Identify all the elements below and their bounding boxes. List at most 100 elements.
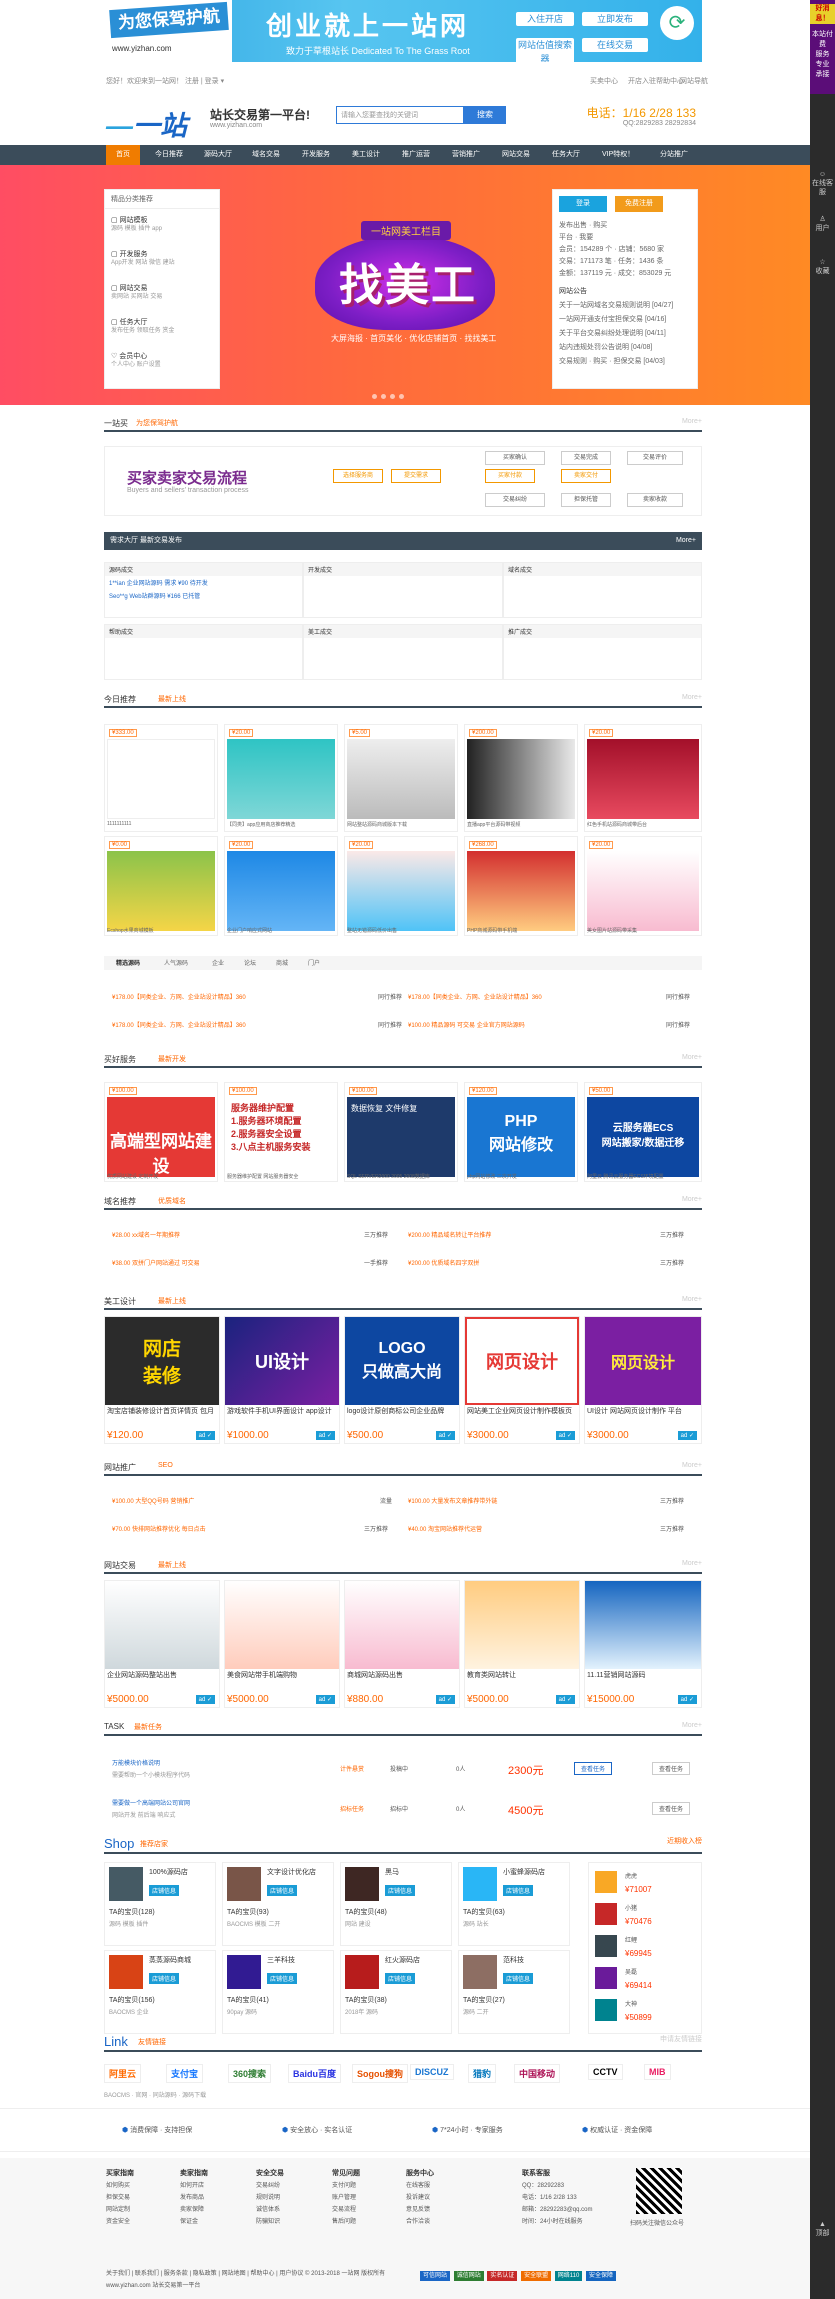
text-link[interactable]: 源码下载 — [182, 2093, 206, 2099]
top-icon[interactable]: ▲ 顶部 — [810, 2220, 835, 2238]
list-item[interactable]: ¥178.00【同类企业、方网、企业站设计精品】360 — [112, 1020, 246, 1029]
list-item[interactable]: ¥38.00 双拼门户网站通过 可交易 — [112, 1258, 200, 1267]
design-card[interactable]: 网页设计 UI设计 网站网页设计制作 平台 ¥3000.00 ad ✓ — [584, 1316, 702, 1444]
top-banner[interactable]: 为您保驾护航 www.yizhan.com 创业就上一站网 致力于草根站长 De… — [106, 0, 702, 62]
site-card[interactable]: 美食网站带手机端购物 ¥5000.00 ad ✓ — [224, 1580, 340, 1708]
trust-badge[interactable]: 诚信网站 — [453, 2271, 484, 2281]
view-task-button[interactable]: 查看任务 — [652, 1762, 691, 1775]
category-item[interactable]: ▢ 任务大厅 发布任务 领取任务 赏金 — [111, 318, 174, 336]
list-item[interactable]: ¥100.00 精品源码 可交易 企业官方网站源码 — [408, 1020, 525, 1029]
nav-item[interactable]: 今日推荐 — [155, 145, 183, 165]
partner-link[interactable]: 猎豹 — [468, 2064, 497, 2083]
nav-item[interactable]: 分站推广 — [660, 145, 688, 165]
more-link[interactable]: More+ — [682, 694, 702, 701]
nav-item[interactable]: 任务大厅 — [552, 145, 580, 165]
shop-card[interactable]: 范科技 店铺信息 TA的宝贝(27) 源码 二开 — [458, 1950, 570, 2034]
service-card[interactable]: ¥100.00 数据恢复 文件修复 SQL SERVER2000 2005 2008… — [344, 1082, 458, 1182]
partner-link[interactable]: CCTV — [588, 2064, 623, 2080]
list-item[interactable]: ¥178.00【同类企业、方网、企业站设计精品】360 — [408, 992, 542, 1001]
more-link[interactable]: More+ — [682, 1462, 702, 1469]
news-item[interactable]: 站内违规处罚公告说明 [04/08] — [559, 342, 652, 352]
site-logo[interactable]: —一站网 — [106, 104, 194, 180]
shop-card[interactable]: 文字设计优化店 店铺信息 TA的宝贝(93) BAOCMS 模板 二开 — [222, 1862, 334, 1946]
nav-item[interactable]: 营销推广 — [452, 145, 480, 165]
tab[interactable]: 论坛 — [244, 958, 256, 967]
nav-item[interactable]: VIP特权！ — [602, 145, 634, 165]
news-item[interactable]: 一站网开通支付宝担保交易 [04/16] — [559, 314, 666, 324]
partner-link[interactable]: 支付宝 — [166, 2064, 204, 2083]
partner-link[interactable]: 中国移动 — [514, 2064, 561, 2083]
valuation-button[interactable]: 网站估值搜索器 — [516, 38, 574, 62]
search-input[interactable]: 请输入您要查找的关键词 — [336, 106, 464, 124]
topbar-link[interactable]: 开店入驻 — [628, 76, 656, 86]
trust-badge[interactable]: 网络110 — [554, 2271, 583, 2281]
user-icon[interactable]: ♙ 用户 — [810, 215, 835, 233]
open-shop-button[interactable]: 入住开店 — [516, 12, 574, 26]
product-card[interactable]: ¥200.00 直播app平台源码带视频 — [464, 724, 578, 832]
text-link[interactable]: BAOCMS — [104, 2093, 130, 2099]
product-card[interactable]: ¥268.00 PHP商城源码带手机端 — [464, 836, 578, 936]
more-link[interactable]: More+ — [682, 1560, 702, 1567]
nav-item[interactable]: 开发服务 — [302, 145, 330, 165]
site-card[interactable]: 企业网站源码整站出售 ¥5000.00 ad ✓ — [104, 1580, 220, 1708]
more-link[interactable]: More+ — [682, 1054, 702, 1061]
tab[interactable]: 精选源码 — [116, 958, 140, 967]
shop-card[interactable]: 三羊科技 店铺信息 TA的宝贝(41) 90pay 源码 — [222, 1950, 334, 2034]
service-card[interactable]: ¥100.00 高端型网站建设 优质网站建设 定制开发 — [104, 1082, 218, 1182]
news-item[interactable]: 关于平台交易纠纷处理说明 [04/11] — [559, 328, 666, 338]
welcome-text[interactable]: 您好！欢迎来到一站网！ 注册 | 登录 ▾ — [106, 76, 224, 86]
star-icon[interactable]: ☆ 收藏 — [810, 258, 835, 276]
partner-link[interactable]: DISCUZ — [410, 2064, 454, 2080]
tab[interactable]: 商城 — [276, 958, 288, 967]
publish-button[interactable]: 立即发布 — [582, 12, 648, 26]
login-button[interactable]: 登录 — [559, 196, 607, 212]
list-item[interactable]: ¥200.00 精品域名转让平台推荐 — [408, 1230, 491, 1239]
tab[interactable]: 人气源码 — [164, 958, 188, 967]
nav-item[interactable]: 首页 — [106, 145, 140, 165]
service-card[interactable]: ¥120.00 PHP 网站修改 php网站修改 二次开发 — [464, 1082, 578, 1182]
product-card[interactable]: ¥333.00 1111111111 — [104, 724, 218, 832]
hero-carousel[interactable]: 精品分类推荐 ▢ 网站模板 源码 模板 插件 app ▢ 开发服务 App开发 网站… — [0, 165, 810, 405]
design-card[interactable]: 网店 装修 淘宝店铺装修设计首页详情页 包月 ¥120.00 ad ✓ — [104, 1316, 220, 1444]
shop-card[interactable]: 蒸蒸源码商城 店铺信息 TA的宝贝(156) BAOCMS 企业 — [104, 1950, 216, 2034]
list-item[interactable]: ¥100.00 大量发布文章推荐带外链 — [408, 1496, 497, 1505]
text-link[interactable]: 同站源码 — [153, 2093, 177, 2099]
demand-line[interactable]: Seo**g Web站群源码 ¥166 已托管 — [105, 589, 302, 602]
tab[interactable]: 企业 — [212, 958, 224, 967]
tab[interactable]: 门户 — [308, 958, 320, 967]
service-card[interactable]: ¥100.00 服务器维护配置 1.服务器环境配置 2.服务器安全设置 3.八点主… — [224, 1082, 338, 1182]
carousel-dots[interactable] — [372, 391, 408, 401]
list-item[interactable]: ¥40.00 淘宝网站推荐代运营 — [408, 1524, 482, 1533]
list-item[interactable]: ¥70.00 快排网站推荐优化 每日点击 — [112, 1524, 206, 1533]
shop-card[interactable]: 小蜜蜂源码店 店铺信息 TA的宝贝(63) 源码 站长 — [458, 1862, 570, 1946]
more-link[interactable]: More+ — [682, 418, 702, 425]
news-item[interactable]: 交易规则 · 购买 · 担保交易 [04/03] — [559, 356, 665, 366]
text-link[interactable]: 官网 — [135, 2093, 147, 2099]
view-task-button[interactable]: 查看任务 — [652, 1802, 691, 1815]
promo-panel[interactable]: 好消息！ 本站付费服务 专业 承接 — [810, 0, 835, 94]
partner-link[interactable]: 360搜索 — [228, 2064, 272, 2083]
more-link[interactable]: More+ — [682, 1196, 702, 1203]
product-card[interactable]: ¥20.00 【同类】app应用商店推荐精选 — [224, 724, 338, 832]
shop-card[interactable]: 100%源码店 店铺信息 TA的宝贝(128) 源码 模板 插件 — [104, 1862, 216, 1946]
partner-link[interactable]: Sogou搜狗 — [352, 2064, 408, 2083]
trade-button[interactable]: 在线交易 — [582, 38, 648, 52]
product-card[interactable]: ¥20.00 美女图片站源码带采集 — [584, 836, 702, 936]
chat-icon[interactable]: ☺ 在线客服 — [810, 170, 835, 197]
site-card[interactable]: 11.11营销网站源码 ¥15000.00 ad ✓ — [584, 1580, 702, 1708]
trust-badge[interactable]: 安全联盟 — [521, 2271, 552, 2281]
more-link[interactable]: More+ — [682, 1296, 702, 1303]
design-card[interactable]: UI设计 游戏软件手机UI界面设计 app设计 ¥1000.00 ad ✓ — [224, 1316, 340, 1444]
trust-badge[interactable]: 安全保障 — [586, 2271, 617, 2281]
product-card[interactable]: ¥0.00 Ecshop水果商城模板 — [104, 836, 218, 936]
demand-line[interactable]: 1**ian 企业网站源码 需求 ¥90 待开发 — [105, 576, 302, 589]
nav-item[interactable]: 域名交易 — [252, 145, 280, 165]
news-item[interactable]: 关于一站网域名交易规则说明 [04/27] — [559, 300, 673, 310]
site-card[interactable]: 商城网站源码出售 ¥880.00 ad ✓ — [344, 1580, 460, 1708]
category-item[interactable]: ▢ 网站交易 卖网站 买网站 交易 — [111, 284, 162, 302]
nav-item[interactable]: 推广运营 — [402, 145, 430, 165]
product-card[interactable]: ¥20.00 红色手机站源码商城带后台 — [584, 724, 702, 832]
site-card[interactable]: 教育类网站转让 ¥5000.00 ad ✓ — [464, 1580, 580, 1708]
list-item[interactable]: ¥100.00 大型QQ号码 营销推广 — [112, 1496, 194, 1505]
category-item[interactable]: ♡ 会员中心 个人中心 账户设置 — [111, 352, 161, 370]
